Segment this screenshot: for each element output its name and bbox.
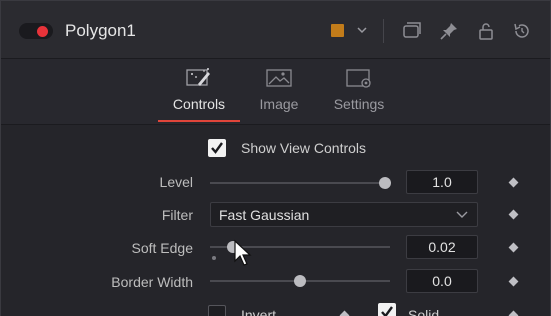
level-label: Level [159,174,193,190]
node-color-swatch[interactable] [331,24,344,37]
reset-icon[interactable] [511,20,533,42]
invert-checkbox[interactable] [208,305,226,316]
level-value-field[interactable]: 1.0 [406,170,478,194]
invert-label: Invert [241,307,277,316]
level-slider-track[interactable] [210,182,390,184]
tab-settings-label: Settings [333,96,385,112]
tab-image-label: Image [259,96,299,112]
border-width-slider-knob[interactable] [294,275,306,287]
enabled-indicator-icon [37,26,48,37]
tab-image[interactable]: Image [246,59,312,125]
controls-content: Show View Controls Level 1.0 Filter Fast… [1,125,550,316]
checkmark-icon [211,142,223,154]
filter-dropdown[interactable]: Fast Gaussian [210,202,478,227]
controls-icon [186,68,210,86]
tab-controls[interactable]: Controls [158,59,240,125]
filter-dropdown-value: Fast Gaussian [219,207,310,223]
border-width-keyframe-icon[interactable] [508,276,519,287]
chevron-down-icon [456,211,468,218]
inspector-panel: Polygon1 Controls Image Settings Show Vi… [0,0,551,316]
show-view-controls-label: Show View Controls [241,140,367,156]
soft-edge-value-field[interactable]: 0.02 [406,235,478,259]
border-width-value-field[interactable]: 0.0 [406,269,478,293]
image-icon [266,69,292,87]
chevron-down-icon[interactable] [355,23,369,37]
soft-edge-keyframe-icon[interactable] [508,242,519,253]
versions-icon[interactable] [401,20,423,42]
pin-icon[interactable] [438,20,460,42]
solid-keyframe-icon[interactable] [508,310,519,316]
filter-label: Filter [161,207,193,223]
tab-controls-label: Controls [172,96,226,112]
solid-checkbox[interactable] [378,303,396,316]
level-slider-knob[interactable] [379,177,391,189]
mouse-cursor-icon [234,239,252,266]
border-width-label: Border Width [111,274,193,290]
inspector-tabs: Controls Image Settings [1,59,550,125]
solid-label: Solid [408,307,440,316]
header-divider [383,19,384,43]
soft-edge-label: Soft Edge [131,240,194,256]
lock-icon[interactable] [475,20,497,42]
settings-icon [346,69,371,88]
show-view-controls-checkbox[interactable] [208,139,226,157]
invert-keyframe-icon[interactable] [339,310,350,316]
node-title[interactable]: Polygon1 [65,21,136,41]
filter-keyframe-icon[interactable] [508,209,519,220]
active-tab-indicator [158,120,240,122]
level-keyframe-icon[interactable] [508,177,519,188]
tab-settings[interactable]: Settings [323,59,395,125]
node-header: Polygon1 [1,1,550,59]
default-marker-icon [212,256,216,260]
checkmark-icon [381,306,393,316]
